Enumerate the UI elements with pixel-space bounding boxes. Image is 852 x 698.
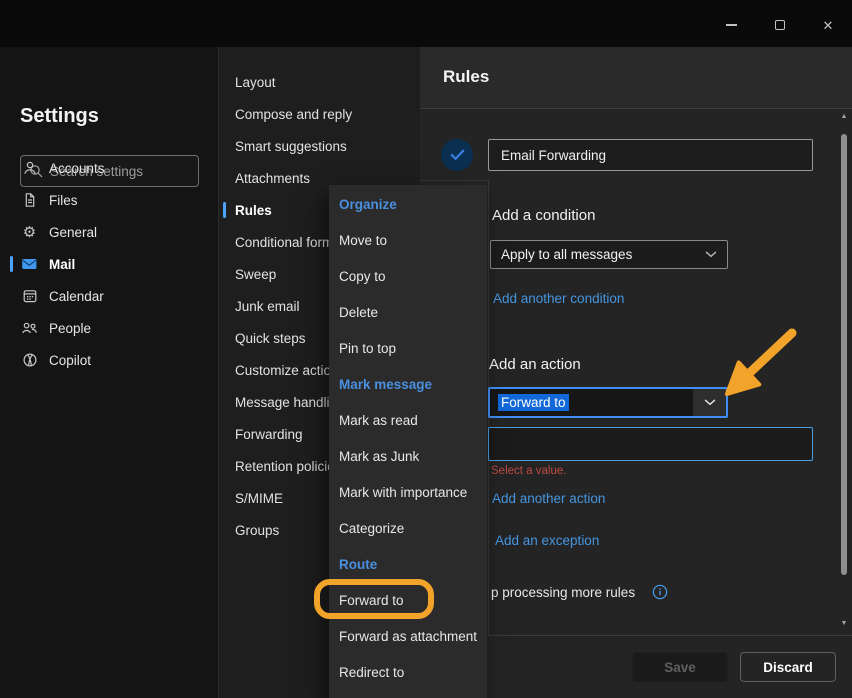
sidebar-item-label: Mail [49, 257, 75, 272]
sidebar-item-label: Calendar [49, 289, 104, 304]
discard-button[interactable]: Discard [740, 652, 836, 682]
menu-item-copy-to[interactable]: Copy to [329, 258, 487, 294]
sidebar-item-files[interactable]: Files [0, 184, 219, 216]
menu-item-categorize[interactable]: Categorize [329, 510, 487, 546]
sidebar-item-label: Accounts [49, 161, 105, 176]
sidebar-item-people[interactable]: People [0, 312, 219, 344]
gutter-divider-horizontal [420, 180, 488, 181]
condition-selected-value: Apply to all messages [501, 247, 632, 262]
action-options-menu: Organize Move to Copy to Delete Pin to t… [329, 185, 487, 698]
mail-icon [21, 256, 38, 273]
minimize-icon [726, 24, 737, 26]
menu-item-forward-as-attachment[interactable]: Forward as attachment [329, 618, 487, 654]
settings-title: Settings [20, 105, 99, 128]
sidebar-item-copilot[interactable]: Copilot [0, 344, 219, 376]
nav-item-layout[interactable]: Layout [219, 66, 420, 98]
gear-icon: ⚙ [21, 224, 38, 241]
scrollbar-thumb[interactable] [841, 134, 847, 575]
menu-header-route: Route [329, 546, 487, 582]
menu-item-forward-to[interactable]: Forward to [329, 582, 487, 618]
people-icon [21, 320, 38, 337]
add-an-exception-link[interactable]: Add an exception [495, 533, 599, 548]
nav-item-compose-and-reply[interactable]: Compose and reply [219, 98, 420, 130]
rule-enabled-checkmark[interactable] [441, 139, 473, 171]
rules-panel-header: Rules [420, 47, 852, 108]
info-icon[interactable] [652, 584, 668, 600]
selected-indicator [10, 256, 13, 272]
outlook-settings-window: ✕ Settings Accounts Files ⚙ General [0, 0, 852, 698]
person-icon [21, 160, 38, 177]
scrollbar-down-arrow[interactable]: ▼ [838, 619, 850, 629]
chevron-down-icon [705, 251, 717, 258]
stop-processing-label: p processing more rules [491, 585, 635, 600]
menu-item-mark-as-junk[interactable]: Mark as Junk [329, 438, 487, 474]
rule-name-input[interactable] [488, 139, 813, 171]
menu-item-mark-with-importance[interactable]: Mark with importance [329, 474, 487, 510]
action-value-input[interactable] [488, 427, 813, 461]
header-divider [420, 108, 852, 109]
sidebar-item-general[interactable]: ⚙ General [0, 216, 219, 248]
titlebar: ✕ [0, 0, 852, 47]
minimize-button[interactable] [715, 10, 747, 40]
nav-item-smart-suggestions[interactable]: Smart suggestions [219, 130, 420, 162]
sidebar-item-accounts[interactable]: Accounts [0, 152, 219, 184]
action-heading: Add an action [489, 356, 581, 373]
sidebar-item-label: Files [49, 193, 78, 208]
sidebar-item-mail[interactable]: Mail [0, 248, 219, 280]
copilot-icon [21, 352, 38, 369]
condition-select[interactable]: Apply to all messages [490, 240, 728, 269]
add-another-action-link[interactable]: Add another action [492, 491, 605, 506]
page-title: Rules [443, 67, 489, 87]
close-icon: ✕ [823, 19, 834, 32]
selected-indicator [223, 202, 226, 218]
scrollbar-up-arrow[interactable]: ▲ [838, 112, 850, 122]
menu-header-organize: Organize [329, 186, 487, 222]
calendar-icon [21, 288, 38, 305]
save-button[interactable]: Save [632, 652, 728, 682]
condition-heading: Add a condition [492, 207, 595, 224]
settings-sidebar: Settings Accounts Files ⚙ General [0, 47, 219, 698]
menu-item-delete[interactable]: Delete [329, 294, 487, 330]
maximize-button[interactable] [764, 10, 796, 40]
menu-item-redirect-to[interactable]: Redirect to [329, 654, 487, 690]
sidebar-item-label: People [49, 321, 91, 336]
close-button[interactable]: ✕ [812, 10, 844, 40]
sidebar-item-calendar[interactable]: Calendar [0, 280, 219, 312]
sidebar-item-label: General [49, 225, 97, 240]
action-select-chevron-button[interactable] [693, 389, 726, 416]
add-another-condition-link[interactable]: Add another condition [493, 291, 624, 306]
menu-header-mark-message: Mark message [329, 366, 487, 402]
action-selected-value: Forward to [498, 394, 569, 411]
maximize-icon [775, 20, 785, 30]
menu-item-move-to[interactable]: Move to [329, 222, 487, 258]
action-select[interactable]: Forward to [488, 387, 728, 418]
validation-error-text: Select a value. [491, 465, 566, 477]
menu-item-pin-to-top[interactable]: Pin to top [329, 330, 487, 366]
file-icon [21, 192, 38, 209]
menu-item-mark-as-read[interactable]: Mark as read [329, 402, 487, 438]
sidebar-item-label: Copilot [49, 353, 91, 368]
